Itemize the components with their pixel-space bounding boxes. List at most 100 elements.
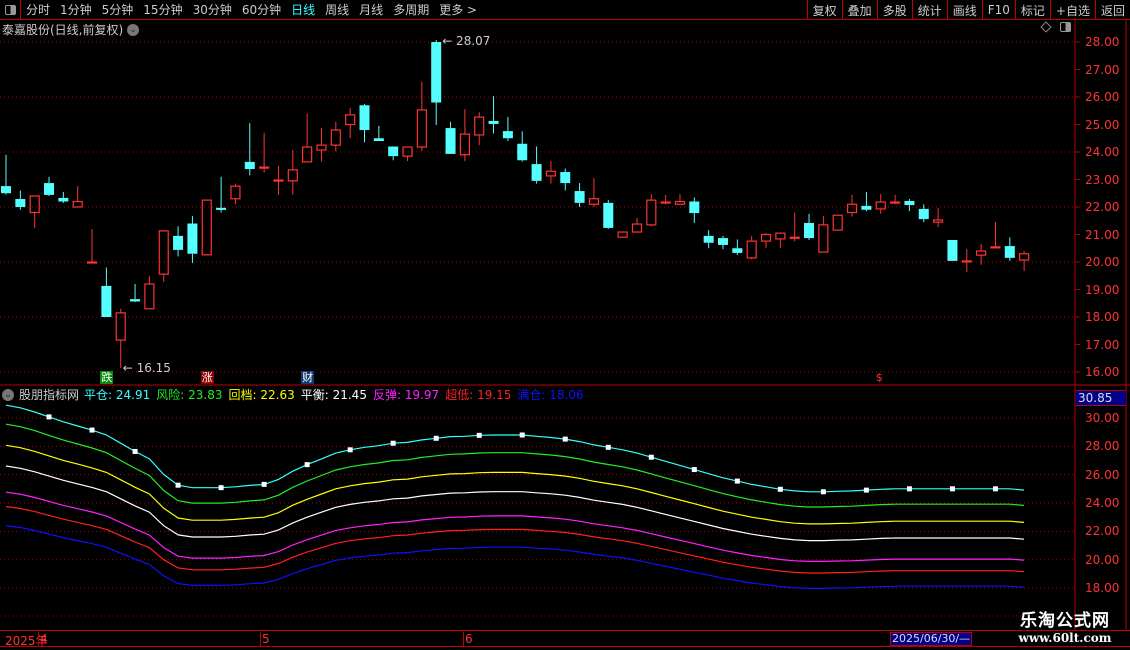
candle-body: [44, 183, 55, 195]
watermark-url: www.60lt.com: [1018, 631, 1112, 645]
candle[interactable]: [173, 226, 184, 257]
candle[interactable]: [689, 197, 700, 223]
line-marker: [433, 435, 439, 441]
candle[interactable]: [617, 231, 628, 238]
candle[interactable]: [115, 308, 126, 368]
candle[interactable]: [517, 131, 528, 162]
candle[interactable]: [775, 232, 786, 249]
candle[interactable]: [345, 108, 356, 139]
candle[interactable]: [746, 235, 757, 260]
candle[interactable]: [373, 125, 384, 141]
line-marker: [89, 427, 95, 433]
signal-marker[interactable]: $: [875, 371, 884, 384]
legend-item: 平仓: 24.91: [84, 388, 151, 402]
candle[interactable]: [201, 199, 212, 256]
candle[interactable]: [58, 191, 69, 203]
candle[interactable]: [789, 212, 800, 242]
candle[interactable]: [932, 208, 944, 228]
candle[interactable]: [474, 112, 485, 146]
candle[interactable]: [130, 284, 141, 302]
candle[interactable]: [846, 194, 858, 217]
candle[interactable]: [1, 154, 11, 195]
candle[interactable]: [961, 249, 972, 273]
candle[interactable]: [703, 230, 714, 249]
candle-body: [359, 105, 370, 130]
candle[interactable]: [287, 150, 298, 195]
legend-label: 回档: [228, 388, 253, 402]
candle[interactable]: [158, 230, 169, 283]
signal-marker[interactable]: 财: [301, 371, 315, 384]
candle[interactable]: [388, 146, 399, 161]
candle[interactable]: [316, 128, 327, 162]
candle[interactable]: [187, 216, 198, 264]
indicator-line-2: [5, 423, 1025, 508]
candle[interactable]: [259, 132, 270, 173]
candle-body: [846, 203, 858, 214]
candle[interactable]: [101, 267, 112, 318]
candle[interactable]: [330, 121, 341, 152]
candle[interactable]: [674, 194, 686, 205]
candle[interactable]: [72, 186, 83, 208]
candle[interactable]: [15, 190, 26, 210]
candle[interactable]: [804, 213, 815, 240]
candle-body: [932, 219, 944, 223]
candle[interactable]: [904, 199, 915, 212]
month-label: 6: [463, 632, 473, 646]
candle[interactable]: [86, 229, 98, 264]
cursor-value-box: 30.85: [1076, 390, 1126, 406]
candle[interactable]: [646, 194, 657, 227]
candle-body: [29, 195, 40, 214]
candle[interactable]: [302, 113, 313, 163]
candle[interactable]: [416, 81, 427, 152]
candle[interactable]: [660, 194, 671, 205]
candle[interactable]: [402, 146, 413, 162]
candle[interactable]: [244, 123, 255, 176]
chevron-down-icon[interactable]: ⌄: [2, 388, 14, 401]
signal-marker[interactable]: 跌: [100, 371, 114, 384]
candle[interactable]: [1004, 237, 1015, 261]
candle[interactable]: [1019, 251, 1030, 272]
candle[interactable]: [431, 40, 442, 126]
price-tick-label: 25.00: [1085, 117, 1120, 132]
line-marker: [777, 486, 783, 492]
candle[interactable]: [459, 109, 470, 162]
legend-label: 超低: [445, 388, 470, 402]
candle-body: [15, 199, 26, 207]
candle[interactable]: [29, 195, 40, 228]
candle[interactable]: [44, 176, 55, 196]
candle-body: [230, 185, 241, 200]
signal-marker[interactable]: 涨: [200, 371, 214, 384]
candle[interactable]: [631, 218, 643, 233]
candle[interactable]: [760, 233, 772, 249]
candle-body: [703, 235, 714, 243]
candle[interactable]: [947, 240, 958, 261]
line-marker: [390, 440, 396, 446]
candle[interactable]: [545, 161, 557, 184]
candle[interactable]: [588, 178, 600, 207]
candle[interactable]: [861, 191, 872, 212]
price-tick-label: 24.00: [1085, 145, 1120, 159]
candle-body: [86, 261, 98, 264]
candle[interactable]: [832, 214, 843, 231]
candle[interactable]: [560, 168, 571, 191]
candle[interactable]: [889, 194, 901, 205]
chart-canvas[interactable]: ← 28.07 ← 16.15: [0, 0, 1130, 650]
indicator-name[interactable]: 股朋指标网: [19, 386, 79, 403]
candle-body: [287, 169, 298, 182]
candle[interactable]: [230, 183, 241, 205]
candle[interactable]: [359, 103, 370, 143]
candle[interactable]: [990, 222, 1001, 249]
candle[interactable]: [273, 165, 284, 195]
price-tick-label: 23.00: [1085, 172, 1120, 187]
candle[interactable]: [875, 194, 886, 214]
candle[interactable]: [144, 275, 155, 310]
candle[interactable]: [718, 235, 728, 250]
candle[interactable]: [818, 216, 829, 253]
candle[interactable]: [574, 183, 585, 207]
price-tick-label: 21.00: [1085, 227, 1120, 242]
candle[interactable]: [488, 96, 499, 134]
candle[interactable]: [732, 239, 743, 256]
candle[interactable]: [603, 200, 614, 229]
candle[interactable]: [445, 121, 456, 154]
candle[interactable]: [502, 117, 513, 141]
